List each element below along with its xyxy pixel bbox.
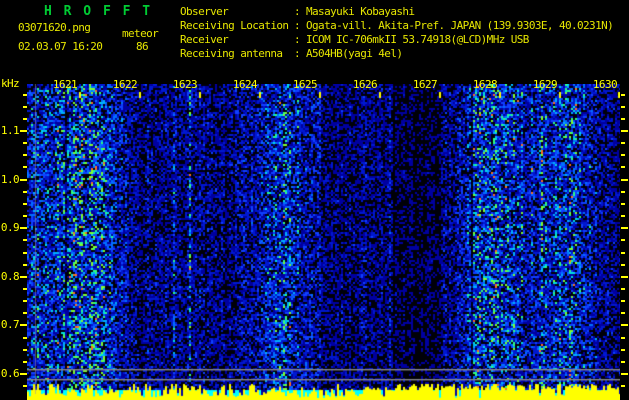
mode-label: meteor (122, 27, 159, 40)
freq-minor-tick-left (23, 288, 27, 290)
info-row: Receiving Location: Ogata-vill. Akita-Pre… (180, 19, 614, 33)
time-axis-label: 1628 (472, 78, 498, 91)
freq-minor-tick-left (23, 361, 27, 363)
freq-minor-tick-right (621, 337, 625, 339)
freq-minor-tick-left (23, 142, 27, 144)
freq-minor-tick-left (23, 312, 27, 314)
freq-minor-tick-left (23, 349, 27, 351)
freq-minor-tick-right (621, 252, 625, 254)
freq-major-tick-right (621, 324, 628, 326)
freq-minor-tick-left (23, 337, 27, 339)
freq-axis-label: 0.9 (0, 221, 20, 234)
time-axis-label: 1630 (592, 78, 618, 91)
info-separator: : (294, 5, 301, 18)
freq-axis-label: 0.7 (0, 318, 20, 331)
freq-major-tick-right (621, 276, 628, 278)
freq-major-tick-left (20, 130, 27, 132)
freq-major-tick-left (20, 276, 27, 278)
info-label: Receiving Location (180, 19, 289, 32)
time-axis-label: 1627 (412, 78, 438, 91)
app-title: H R O F F T (44, 4, 153, 19)
freq-minor-tick-right (621, 349, 625, 351)
info-separator: : (294, 47, 301, 60)
filename-text: 03071620.png (18, 21, 91, 34)
hrofft-window: H R O F F T 03071620.png meteor 02.03.07… (0, 0, 629, 400)
info-label: Observer (180, 5, 229, 18)
freq-minor-tick-right (621, 203, 625, 205)
freq-major-tick-right (621, 227, 628, 229)
freq-minor-tick-right (621, 361, 625, 363)
station-info-block: Observer: Masayuki Kobayashi Receiving Loc… (180, 5, 614, 61)
info-value: A504HB(yagi 4el) (306, 47, 403, 60)
freq-minor-tick-right (621, 94, 625, 96)
freq-minor-tick-right (621, 300, 625, 302)
freq-minor-tick-right (621, 154, 625, 156)
freq-major-tick-left (20, 373, 27, 375)
time-axis-label: 1629 (532, 78, 558, 91)
freq-minor-tick-left (23, 106, 27, 108)
time-axis-label: 1622 (112, 78, 138, 91)
freq-minor-tick-left (23, 94, 27, 96)
freq-minor-tick-left (23, 203, 27, 205)
time-axis-label: 1623 (172, 78, 198, 91)
info-value: ICOM IC-706mkII 53.74918(@LCD)MHz USB (306, 33, 529, 46)
time-axis-label: 1624 (232, 78, 258, 91)
freq-axis-unit-label: kHz (1, 77, 20, 90)
info-row: Observer: Masayuki Kobayashi (180, 5, 613, 19)
info-value: Masayuki Kobayashi (306, 5, 415, 18)
freq-minor-tick-right (621, 118, 625, 120)
info-separator: : (294, 33, 301, 46)
freq-minor-tick-right (621, 239, 625, 241)
freq-axis-label: 1.0 (0, 173, 20, 186)
freq-axis-label: 0.8 (0, 270, 20, 283)
freq-minor-tick-right (621, 166, 625, 168)
freq-major-tick-left (20, 179, 27, 181)
freq-minor-tick-left (23, 191, 27, 193)
time-axis-label: 1626 (352, 78, 378, 91)
info-value: Ogata-vill. Akita-Pref. JAPAN (139.9303E… (306, 19, 614, 32)
info-label: Receiving antenna (180, 47, 283, 60)
info-row: Receiver: ICOM IC-706mkII 53.74918(@LCD)M… (180, 33, 613, 47)
freq-major-tick-left (20, 227, 27, 229)
freq-minor-tick-left (23, 385, 27, 387)
freq-axis-label: 1.1 (0, 124, 20, 137)
freq-major-tick-right (621, 373, 628, 375)
spectrogram-canvas (27, 84, 620, 400)
freq-minor-tick-left (23, 118, 27, 120)
info-separator: : (294, 19, 301, 32)
freq-minor-tick-right (621, 264, 625, 266)
info-label: Receiver (180, 33, 229, 46)
datetime-text: 02.03.07 16:20 (18, 40, 103, 53)
freq-major-tick-left (20, 324, 27, 326)
freq-minor-tick-right (621, 142, 625, 144)
freq-axis-label: 0.6 (0, 367, 20, 380)
freq-minor-tick-right (621, 385, 625, 387)
freq-minor-tick-left (23, 215, 27, 217)
freq-major-tick-right (621, 179, 628, 181)
freq-minor-tick-right (621, 312, 625, 314)
freq-minor-tick-left (23, 264, 27, 266)
freq-minor-tick-left (23, 166, 27, 168)
freq-minor-tick-right (621, 191, 625, 193)
time-axis-label: 1621 (52, 78, 78, 91)
meteor-count: 86 (136, 40, 149, 53)
freq-minor-tick-left (23, 154, 27, 156)
freq-minor-tick-left (23, 252, 27, 254)
freq-minor-tick-right (621, 106, 625, 108)
freq-major-tick-right (621, 130, 628, 132)
freq-minor-tick-left (23, 239, 27, 241)
info-row: Receiving antenna: A504HB(yagi 4el) (180, 47, 613, 61)
freq-minor-tick-right (621, 288, 625, 290)
freq-minor-tick-right (621, 215, 625, 217)
freq-minor-tick-left (23, 300, 27, 302)
time-axis-label: 1625 (292, 78, 318, 91)
